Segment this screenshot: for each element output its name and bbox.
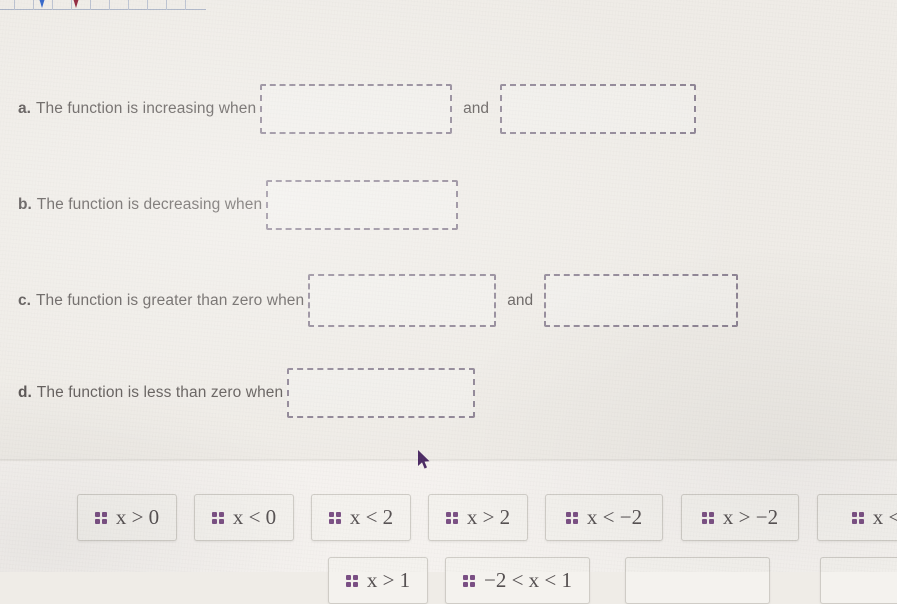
tile-expression: x > 0 <box>115 505 160 529</box>
grid-line <box>33 0 34 10</box>
answer-blank-c2[interactable] <box>544 274 739 327</box>
graph-baseline <box>0 9 206 10</box>
question-c: c. The function is greater than zero whe… <box>18 274 742 327</box>
question-b-text: The function is decreasing when <box>36 196 263 213</box>
tile-expression: x < 0 <box>232 505 277 529</box>
question-list: a. The function is increasing when and b… <box>0 34 897 459</box>
drag-handle-icon[interactable] <box>94 511 107 524</box>
answer-tile-x-gt-0[interactable]: x > 0 <box>77 494 177 541</box>
tile-expression: x > −2 <box>722 505 779 529</box>
grid-line <box>166 0 167 10</box>
tile-expression: x < 2 <box>349 505 394 529</box>
answer-tile-neg2-lt-x-lt-1[interactable]: −2 < x < 1 <box>445 557 590 604</box>
tile-expression: x < <box>872 505 897 529</box>
question-d: d. The function is less than zero when <box>18 368 479 418</box>
grid-line <box>128 0 129 10</box>
drag-handle-icon[interactable] <box>462 574 475 587</box>
answer-tile-x-lt-2[interactable]: x < 2 <box>311 494 411 541</box>
answer-blank-d1[interactable] <box>287 368 476 418</box>
answer-tile-x-gt-1[interactable]: x > 1 <box>328 557 428 604</box>
answer-blank-a2[interactable] <box>500 84 697 134</box>
question-a-conjunction: and <box>463 100 490 117</box>
drag-handle-icon[interactable] <box>328 511 341 524</box>
grid-line <box>147 0 148 10</box>
answer-tile-x-gt-neg2[interactable]: x > −2 <box>681 494 799 541</box>
drag-handle-icon[interactable] <box>851 511 864 524</box>
grid-line <box>185 0 186 10</box>
graph-strip <box>0 0 206 11</box>
answer-tile-x-lt-neg2[interactable]: x < −2 <box>545 494 663 541</box>
tile-expression: x > 2 <box>466 505 511 529</box>
drag-handle-icon[interactable] <box>211 511 224 524</box>
answer-blank-a1[interactable] <box>260 84 453 134</box>
answer-blank-c1[interactable] <box>308 274 497 327</box>
answer-tile-x-gt-2[interactable]: x > 2 <box>428 494 528 541</box>
question-c-conjunction: and <box>507 291 534 309</box>
blue-axis-arrow-icon <box>38 0 46 8</box>
mouse-cursor-icon <box>418 450 430 469</box>
drag-handle-icon[interactable] <box>445 511 458 524</box>
question-b: b. The function is decreasing when <box>18 180 462 230</box>
question-a-text: The function is increasing when <box>35 100 257 117</box>
answer-tile-x-lt-0[interactable]: x < 0 <box>194 494 294 541</box>
grid-line <box>14 0 15 10</box>
question-c-text: The function is greater than zero when <box>35 291 305 309</box>
drag-handle-icon[interactable] <box>345 574 358 587</box>
tile-expression: x < −2 <box>586 505 643 529</box>
question-d-text: The function is less than zero when <box>36 384 284 401</box>
question-a: a. The function is increasing when and <box>18 84 700 134</box>
drag-handle-icon[interactable] <box>565 511 578 524</box>
question-a-letter: a. <box>18 100 31 117</box>
grid-line <box>90 0 91 10</box>
drag-handle-icon[interactable] <box>701 511 714 524</box>
question-c-letter: c. <box>18 291 31 309</box>
answer-blank-b1[interactable] <box>266 180 459 230</box>
answer-tile-clipped-right[interactable]: x < <box>817 494 897 541</box>
answer-tile-row2-3[interactable] <box>625 557 770 604</box>
question-b-letter: b. <box>18 196 32 213</box>
red-axis-arrow-icon <box>72 0 80 8</box>
question-d-letter: d. <box>18 384 32 401</box>
grid-line <box>109 0 110 10</box>
answer-tile-row2-4[interactable] <box>820 557 897 604</box>
grid-line <box>52 0 53 10</box>
tile-bank: x > 0 x < 0 x < 2 x > 2 x < −2 x > −2 x … <box>0 461 897 604</box>
